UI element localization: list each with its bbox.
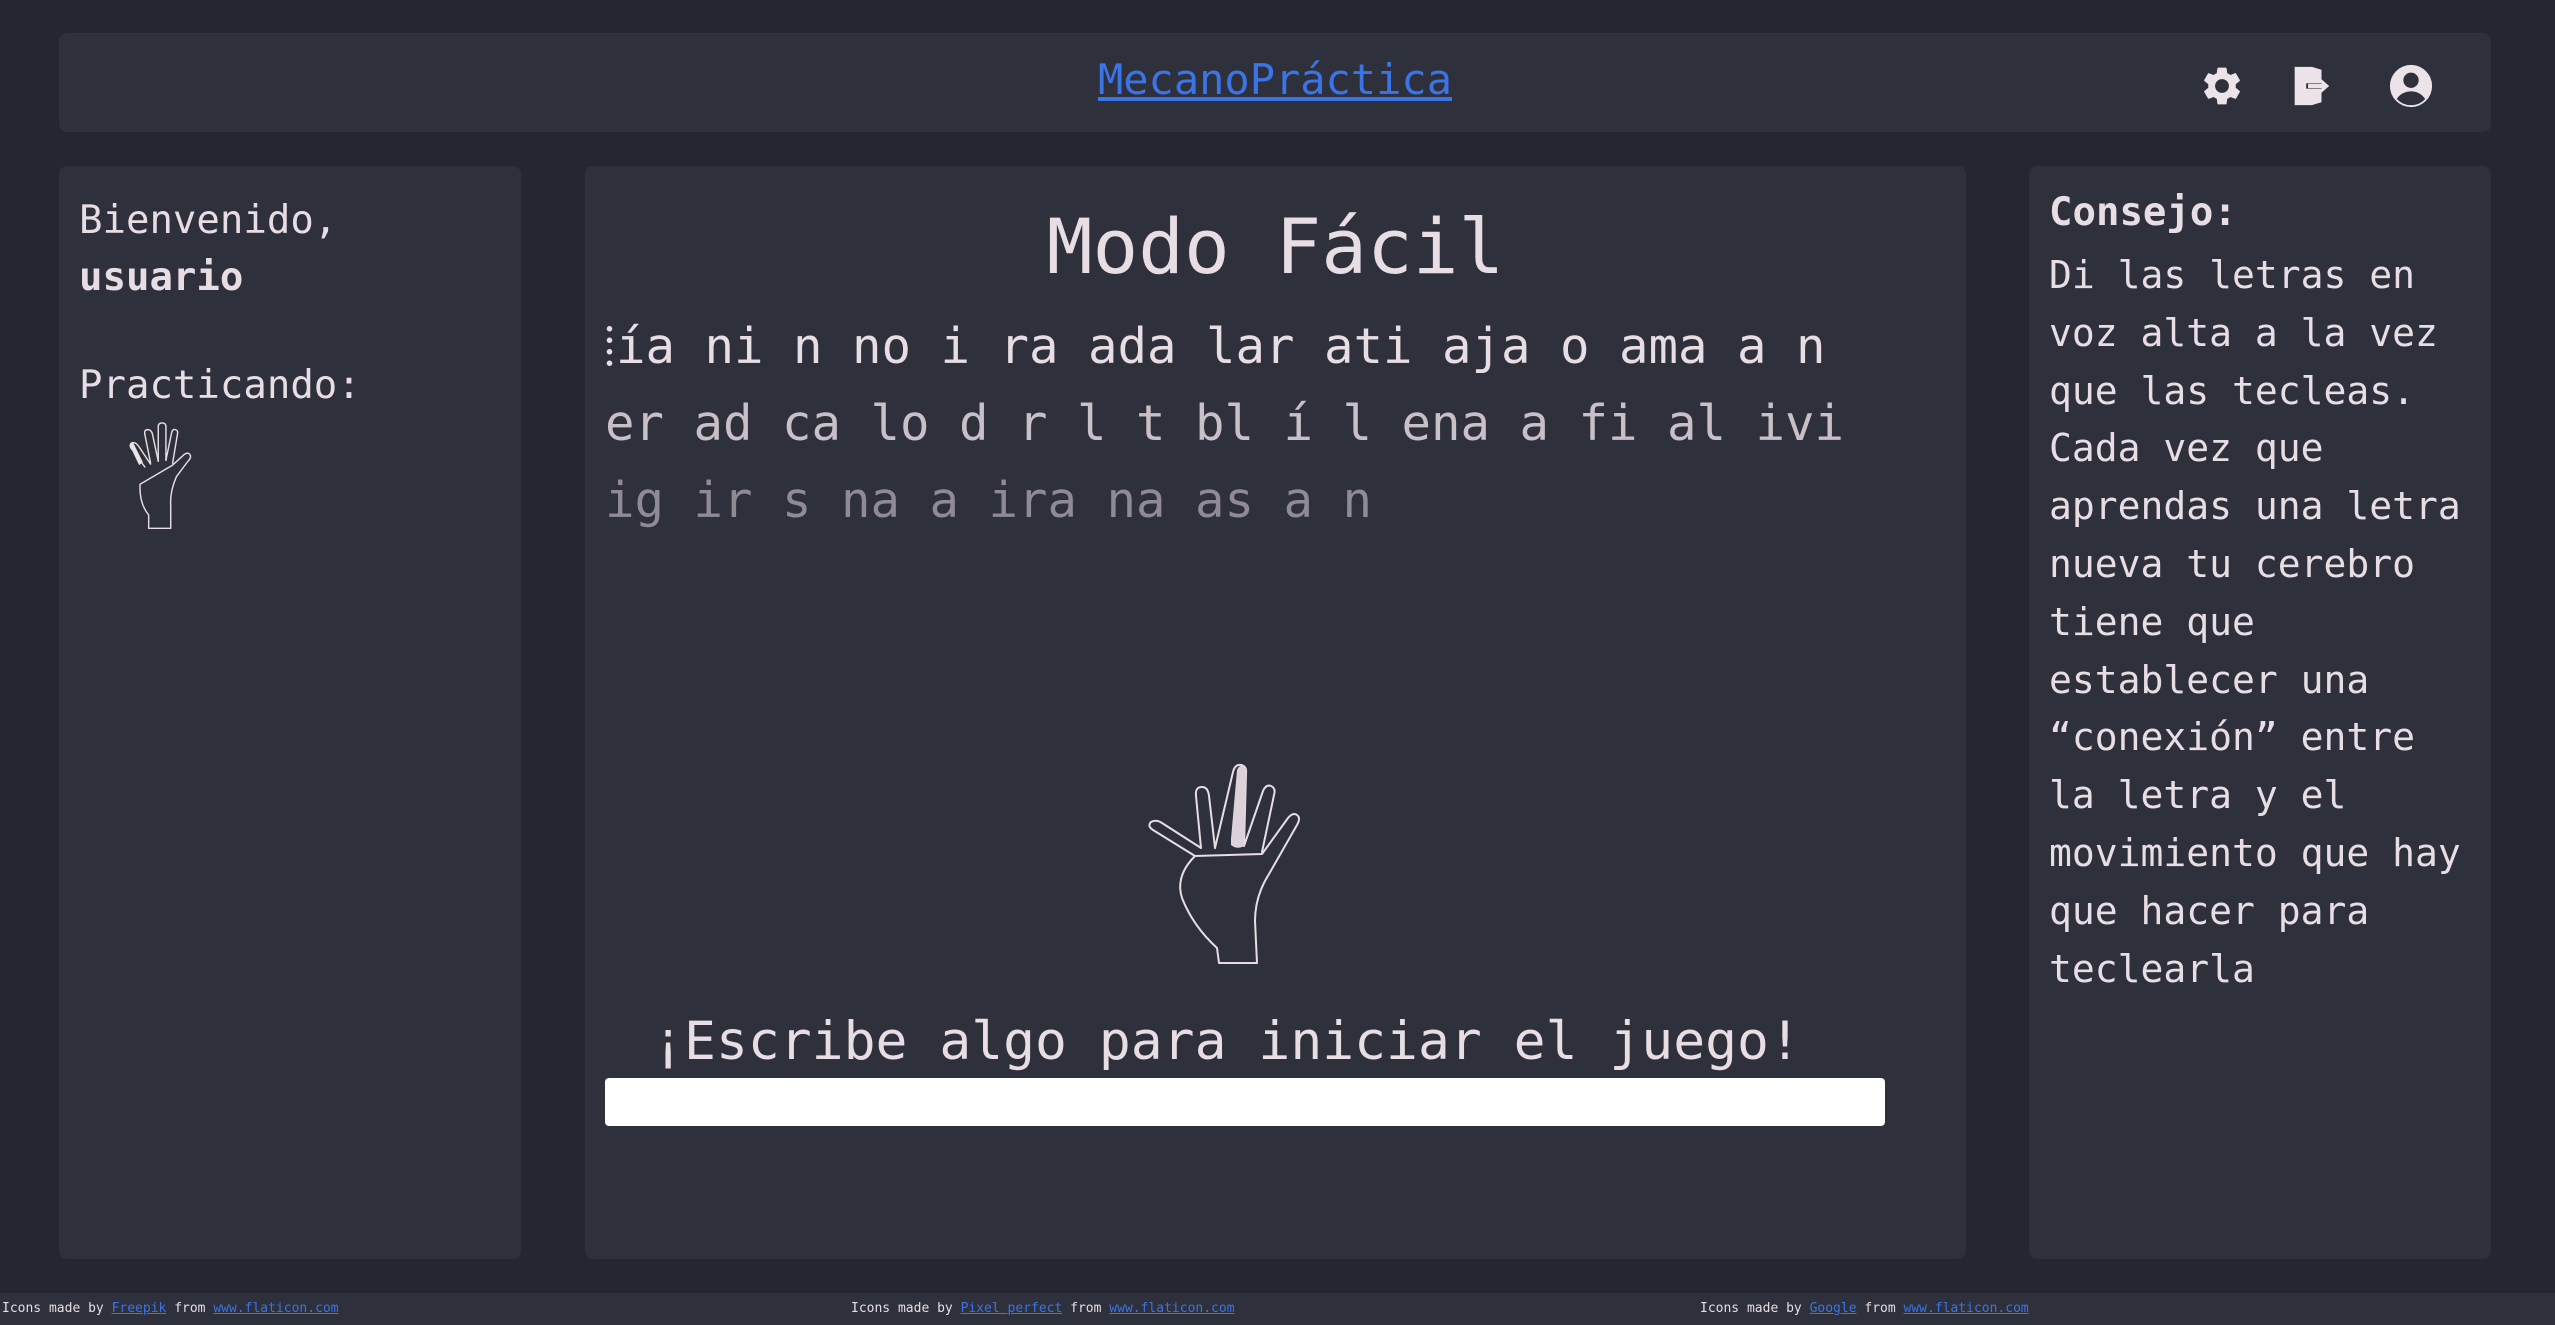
author-link[interactable]: Google bbox=[1810, 1301, 1857, 1316]
user-panel: Bienvenido, usuario Practicando: bbox=[59, 166, 521, 1259]
text-line: ig ir s na a ira na as a n bbox=[605, 472, 1373, 529]
tip-body: Di las letras en voz alta a la vez que l… bbox=[2049, 253, 2461, 991]
user-circle-icon[interactable] bbox=[2388, 63, 2434, 109]
game-panel: Modo Fácil ía ni n no i ra ada lar ati a… bbox=[585, 166, 1966, 1259]
typing-input[interactable] bbox=[605, 1078, 1885, 1126]
site-title-link[interactable]: MecanoPráctica bbox=[59, 55, 2491, 104]
footer: Icons made by Freepik from www.flaticon.… bbox=[0, 1293, 2555, 1325]
icon-credit: Icons made by Google from www.flaticon.c… bbox=[1700, 1301, 2029, 1316]
tip-panel: Consejo: Di las letras en voz alta a la … bbox=[2029, 166, 2491, 1259]
greeting-label: Bienvenido, bbox=[79, 198, 338, 243]
start-prompt: ¡Escribe algo para iniciar el juego! bbox=[652, 1011, 1801, 1072]
mode-title: Modo Fácil bbox=[1046, 202, 1505, 291]
tip-title: Consejo: bbox=[2049, 190, 2237, 235]
text-line: ía ni n no i ra ada lar ati aja o ama a … bbox=[616, 318, 1826, 375]
author-link[interactable]: Pixel perfect bbox=[961, 1301, 1063, 1316]
header-bar: MecanoPráctica bbox=[59, 33, 2491, 132]
hand-guide-icon bbox=[1148, 763, 1300, 964]
practicing-label: Practicando: bbox=[79, 363, 361, 408]
text-cursor bbox=[605, 323, 614, 369]
username-label: usuario bbox=[79, 255, 244, 300]
site-link[interactable]: www.flaticon.com bbox=[1109, 1301, 1234, 1316]
hand-icon bbox=[129, 422, 192, 530]
site-link[interactable]: www.flaticon.com bbox=[213, 1301, 338, 1316]
icon-credit: Icons made by Freepik from www.flaticon.… bbox=[2, 1301, 339, 1316]
middle-finger-highlight bbox=[1231, 765, 1247, 848]
author-link[interactable]: Freepik bbox=[112, 1301, 167, 1316]
practice-text: ía ni n no i ra ada lar ati aja o ama a … bbox=[605, 308, 1844, 539]
logout-icon[interactable] bbox=[2287, 63, 2333, 109]
text-line: er ad ca lo d r l t bl í l ena a fi al i… bbox=[605, 395, 1845, 452]
icon-credit: Icons made by Pixel perfect from www.fla… bbox=[851, 1301, 1235, 1316]
pinky-highlight bbox=[130, 443, 143, 466]
gear-icon[interactable] bbox=[2199, 63, 2245, 109]
welcome-text: Bienvenido, usuario bbox=[79, 192, 337, 306]
site-link[interactable]: www.flaticon.com bbox=[1904, 1301, 2029, 1316]
